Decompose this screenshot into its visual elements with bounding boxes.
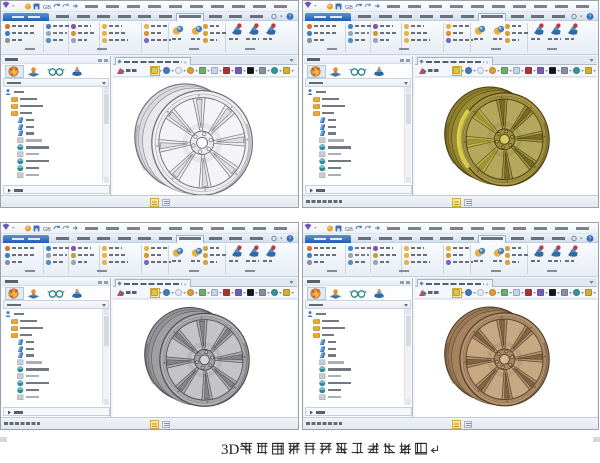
svg-text:GB: GB [43,227,51,233]
svg-text:?: ? [288,237,291,243]
svg-text:?: ? [588,237,591,243]
svg-text:3D: 3D [221,442,240,458]
svg-text:GB: GB [345,5,353,11]
svg-text:?: ? [588,15,591,21]
svg-text:GB: GB [345,227,353,233]
svg-text:GB: GB [43,5,51,11]
svg-text:?: ? [288,15,291,21]
